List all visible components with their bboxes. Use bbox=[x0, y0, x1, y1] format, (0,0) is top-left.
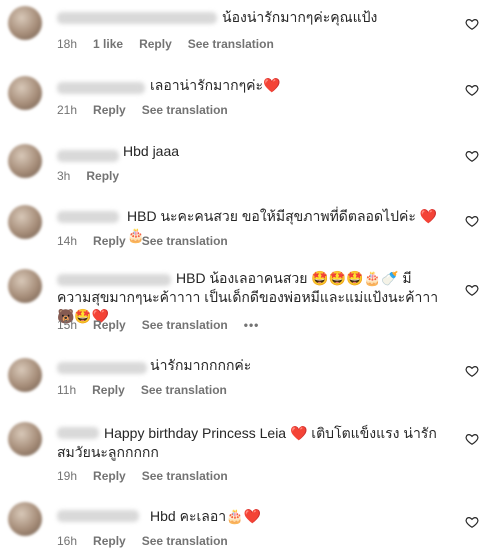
see-translation-button[interactable]: See translation bbox=[142, 318, 228, 332]
heart-outline-icon[interactable] bbox=[465, 149, 479, 163]
heart-outline-icon[interactable] bbox=[465, 214, 479, 228]
comment-meta: 21h Reply See translation bbox=[57, 103, 228, 117]
comment-text: Happy birthday Princess Leia ❤️ เติบโตแข… bbox=[57, 425, 437, 460]
avatar[interactable] bbox=[8, 144, 42, 178]
comment-meta: 3h Reply bbox=[57, 169, 119, 183]
see-translation-button[interactable]: See translation bbox=[142, 469, 228, 483]
see-translation-button[interactable]: See translation bbox=[142, 534, 228, 548]
heart-outline-icon[interactable] bbox=[465, 364, 479, 378]
more-options-icon[interactable]: ••• bbox=[244, 318, 260, 332]
see-translation-button[interactable]: See translation bbox=[142, 103, 228, 117]
username[interactable] bbox=[57, 362, 147, 374]
comment-text: เลอาน่ารักมากๆค่ะ❤️ bbox=[150, 77, 281, 93]
comment-meta: 14h Reply See translation bbox=[57, 234, 228, 248]
heart-outline-icon[interactable] bbox=[465, 515, 479, 529]
avatar[interactable] bbox=[8, 269, 42, 303]
comment-text: Hbd jaaa bbox=[123, 143, 180, 159]
reply-button[interactable]: Reply bbox=[93, 103, 126, 117]
reply-button[interactable]: Reply bbox=[93, 318, 126, 332]
avatar[interactable] bbox=[8, 358, 42, 392]
username[interactable] bbox=[57, 150, 119, 162]
reply-button[interactable]: Reply bbox=[93, 534, 126, 548]
see-translation-button[interactable]: See translation bbox=[141, 383, 227, 397]
avatar[interactable] bbox=[8, 502, 42, 536]
comment-time: 21h bbox=[57, 103, 78, 117]
comment-time: 18h bbox=[57, 37, 78, 51]
heart-outline-icon[interactable] bbox=[465, 83, 479, 97]
avatar[interactable] bbox=[8, 6, 42, 40]
see-translation-button[interactable]: See translation bbox=[142, 234, 228, 248]
reply-button[interactable]: Reply bbox=[86, 169, 119, 183]
heart-outline-icon[interactable] bbox=[465, 17, 479, 31]
see-translation-button[interactable]: See translation bbox=[188, 37, 274, 51]
avatar[interactable] bbox=[8, 205, 42, 239]
comment-time: 11h bbox=[57, 383, 77, 397]
comment-text: น่ารักมากกกกค่ะ bbox=[150, 357, 252, 373]
avatar[interactable] bbox=[8, 422, 42, 456]
comment-time: 15h bbox=[57, 318, 78, 332]
username[interactable] bbox=[57, 82, 145, 94]
heart-outline-icon[interactable] bbox=[465, 432, 479, 446]
comment-time: 14h bbox=[57, 234, 78, 248]
comment-time: 19h bbox=[57, 469, 78, 483]
comment-meta: 19h Reply See translation bbox=[57, 469, 228, 483]
reply-button[interactable]: Reply bbox=[93, 234, 126, 248]
likes-count[interactable]: 1 like bbox=[93, 37, 123, 51]
avatar[interactable] bbox=[8, 76, 42, 110]
comment-meta: 11h Reply See translation bbox=[57, 383, 227, 397]
comment-meta: 18h 1 like Reply See translation bbox=[57, 37, 274, 51]
comment-text: น้องน่ารักมากๆค่ะคุณแป้ง bbox=[222, 9, 378, 25]
comment-text: Hbd คะเลอา🎂❤️ bbox=[150, 508, 261, 524]
reply-button[interactable]: Reply bbox=[139, 37, 172, 51]
username[interactable] bbox=[57, 211, 119, 223]
comment-meta: 15h Reply See translation ••• bbox=[57, 318, 259, 332]
username[interactable] bbox=[57, 510, 139, 522]
reply-button[interactable]: Reply bbox=[92, 383, 125, 397]
reply-button[interactable]: Reply bbox=[93, 469, 126, 483]
comment-meta: 16h Reply See translation bbox=[57, 534, 228, 548]
comment-time: 16h bbox=[57, 534, 78, 548]
comment-time: 3h bbox=[57, 169, 71, 183]
heart-outline-icon[interactable] bbox=[465, 283, 479, 297]
username[interactable] bbox=[57, 12, 217, 24]
